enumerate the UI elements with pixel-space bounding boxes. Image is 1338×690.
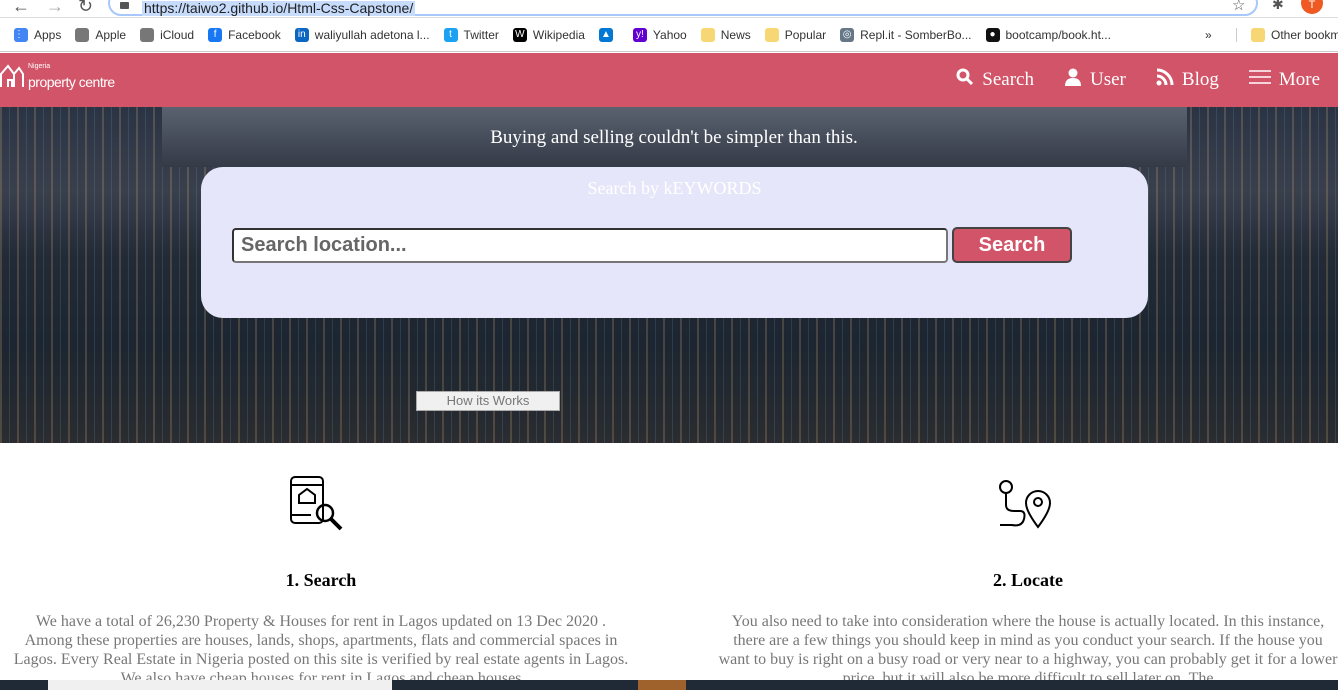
- url-text: https://taiwo2.github.io/Html-Css-Capsto…: [142, 0, 416, 16]
- bookmark-label: iCloud: [160, 27, 195, 42]
- bookmark-item[interactable]: ● bootcamp/book.ht...: [985, 27, 1111, 42]
- back-icon[interactable]: ←: [12, 0, 30, 17]
- other-bookmarks[interactable]: Other bookmarks: [1236, 27, 1338, 42]
- os-taskbar: [0, 680, 1338, 690]
- search-panel-title: Search by kEYWORDS: [587, 178, 762, 198]
- search-location-input[interactable]: [232, 228, 948, 263]
- apple-icon: [140, 27, 155, 42]
- nav-label: More: [1278, 69, 1320, 90]
- bookmark-item[interactable]: in waliyullah adetona l...: [294, 27, 430, 42]
- apple-icon: [75, 27, 90, 42]
- search-icon: [956, 68, 974, 92]
- bookmark-label: Twitter: [463, 27, 499, 42]
- reload-icon[interactable]: ↻: [78, 0, 93, 17]
- bookmark-label: Wikipedia: [532, 27, 585, 42]
- bookmark-item[interactable]: ⋮⋮ Apps: [14, 27, 62, 42]
- replit-icon: ◎: [840, 27, 855, 42]
- folder-icon: [700, 27, 715, 42]
- taskbar-app[interactable]: [638, 680, 686, 690]
- route-pin-icon: [999, 480, 1052, 529]
- hero-section: Buying and selling couldn't be simpler t…: [0, 107, 1338, 443]
- user-icon: [1064, 68, 1082, 92]
- bookmark-label: News: [720, 27, 751, 42]
- bookmark-item[interactable]: Popular: [764, 27, 827, 42]
- nav-label: Blog: [1181, 69, 1219, 90]
- bookmark-item[interactable]: W Wikipedia: [512, 27, 585, 42]
- logo-small-text: Nigeria: [28, 63, 51, 70]
- browser-toolbar: ← → ↻ https://taiwo2.github.io/Html-Css-…: [0, 0, 1338, 18]
- bookmark-item[interactable]: t Twitter: [443, 27, 499, 42]
- bookmarks-overflow-button[interactable]: »: [1205, 28, 1212, 42]
- address-bar[interactable]: https://taiwo2.github.io/Html-Css-Capsto…: [108, 0, 1258, 16]
- other-bookmarks-label: Other bookmarks: [1271, 27, 1338, 42]
- step-title: 1. Search: [285, 570, 357, 590]
- nav-blog[interactable]: Blog: [1156, 68, 1219, 92]
- nav-more[interactable]: More: [1248, 68, 1320, 92]
- wikipedia-icon: W: [512, 27, 527, 42]
- taskbar-search-box[interactable]: [48, 680, 392, 690]
- bookmark-label: Facebook: [228, 27, 281, 42]
- nav-label: User: [1090, 69, 1126, 90]
- bookmark-item[interactable]: ▲: [598, 27, 619, 42]
- lock-icon: [120, 2, 129, 9]
- github-icon: ●: [985, 27, 1000, 42]
- nav-user[interactable]: User: [1064, 68, 1126, 92]
- folder-icon: [1251, 27, 1265, 42]
- bookmarks-bar: ⋮⋮ Apps Apple iCloud f Facebook in waliyullah a…: [0, 18, 1338, 52]
- nav-search[interactable]: Search: [956, 68, 1034, 92]
- bookmark-label: bootcamp/book.ht...: [1005, 27, 1111, 42]
- search-panel: Search by kEYWORDS Search: [201, 167, 1148, 318]
- bookmark-label: waliyullah adetona l...: [314, 27, 430, 42]
- bookmark-label: Apps: [34, 27, 62, 42]
- step-text: We have a total of 26,230 Property & Hou…: [13, 613, 629, 687]
- step-text: You also need to take into consideration…: [718, 613, 1338, 687]
- phone-house-search-icon: [290, 476, 343, 531]
- bookmark-item[interactable]: y! Yahoo: [632, 27, 687, 42]
- site-navbar: Nigeria property centre Search User Blog Mo…: [0, 53, 1338, 107]
- linkedin-icon: in: [294, 27, 309, 42]
- hero-tagline: Buying and selling couldn't be simpler t…: [490, 127, 858, 148]
- apps-grid-icon: ⋮⋮: [14, 27, 34, 42]
- bookmark-item[interactable]: f Facebook: [208, 27, 281, 42]
- house-logo-icon: [0, 64, 24, 87]
- bookmark-item[interactable]: iCloud: [140, 27, 195, 42]
- bookmark-label: Repl.it - SomberBo...: [860, 27, 972, 42]
- bookmark-item[interactable]: Apple: [75, 27, 127, 42]
- yahoo-icon: y!: [632, 27, 647, 42]
- forward-icon[interactable]: →: [46, 0, 64, 17]
- bookmark-item[interactable]: News: [700, 27, 751, 42]
- logo-text: property centre: [28, 74, 115, 90]
- how-it-works-button[interactable]: How its Works: [416, 391, 560, 411]
- profile-avatar[interactable]: T: [1301, 0, 1323, 14]
- search-button[interactable]: Search: [952, 227, 1072, 263]
- nav-label: Search: [982, 69, 1034, 90]
- nav-links: Search User Blog More: [956, 68, 1320, 92]
- bookmark-label: Apple: [95, 27, 127, 42]
- hamburger-icon: [1248, 69, 1271, 91]
- bookmark-label: Popular: [784, 27, 827, 42]
- bookmark-label: Yahoo: [652, 27, 687, 42]
- folder-icon: [764, 27, 779, 42]
- star-icon[interactable]: ☆: [1232, 0, 1245, 14]
- extensions-icon[interactable]: ✱: [1272, 0, 1284, 13]
- twitter-icon: t: [443, 27, 458, 42]
- facebook-icon: f: [208, 27, 223, 42]
- rss-icon: [1156, 68, 1174, 92]
- step-title: 2. Locate: [993, 570, 1063, 590]
- azure-icon: ▲: [598, 27, 613, 42]
- bookmark-item[interactable]: ◎ Repl.it - SomberBo...: [840, 27, 972, 42]
